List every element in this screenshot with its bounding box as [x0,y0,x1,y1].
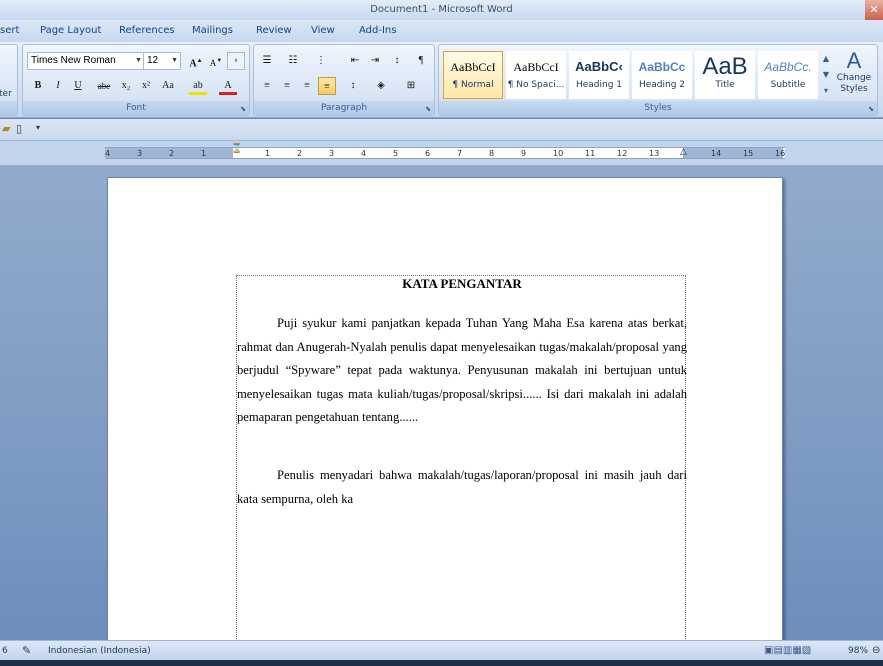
bold-button[interactable]: B [29,77,47,95]
shrink-font-icon[interactable]: A▼ [207,52,225,70]
tab-insert[interactable]: sert [0,20,19,42]
clipboard-partial-label: ter [0,89,12,99]
styles-group-label: Styles [439,101,877,115]
shading-icon[interactable]: ◈ [372,77,390,95]
subscript-button[interactable]: x₂ [117,77,135,95]
style-heading-2[interactable]: AaBbCc Heading 2 [632,51,692,99]
paragraph-1[interactable]: Puji syukur kami panjatkan kepada Tuhan … [237,312,687,430]
styles-group: AaBbCcI ¶ Normal AaBbCcI ¶ No Spaci... A… [438,44,878,116]
align-right-icon[interactable]: ≡ [298,77,316,95]
tab-review[interactable]: Review [256,20,292,42]
dialog-launcher-icon[interactable]: ⬊ [240,105,246,113]
document-title[interactable]: KATA PENGANTAR [237,276,687,292]
paragraph-group: ☰ ☷ ⋮ ⇤ ⇥ ↕ ¶ ≡ ≡ ≡ ≡ ↕ ◈ ⊞ Paragraph ⬊ [253,44,435,116]
tab-references[interactable]: References [119,20,175,42]
clipboard-group: ter [0,44,18,116]
dialog-launcher-icon[interactable]: ⬊ [868,105,874,113]
italic-button[interactable]: I [49,77,67,95]
sort-icon[interactable]: ↕ [388,52,406,70]
ribbon: ter Times New Roman ▼ 12 ▼ A▲ A▼ ᵃ B I U… [0,42,883,118]
multilevel-list-icon[interactable]: ⋮ [312,52,330,70]
font-group-label: Font [23,101,249,115]
page-indicator[interactable]: 6 [2,641,8,661]
align-left-icon[interactable]: ≡ [258,77,276,95]
ribbon-tabs: sert Page Layout References Mailings Rev… [0,20,883,42]
quick-access-toolbar: ▰ ▯ ▾ [0,119,883,141]
close-icon[interactable]: ✕ [865,0,883,20]
bullets-icon[interactable]: ☰ [258,52,276,70]
font-group: Times New Roman ▼ 12 ▼ A▲ A▼ ᵃ B I U abe… [22,44,250,116]
numbering-icon[interactable]: ☷ [284,52,302,70]
page[interactable]: KATA PENGANTAR Puji syukur kami panjatka… [107,177,783,657]
style-gallery-scroll[interactable]: ▲ ▼ ▾ [820,51,832,99]
new-document-icon[interactable]: ▯ [16,122,22,135]
dialog-launcher-icon[interactable]: ⬊ [425,105,431,113]
change-case-button[interactable]: Aa [159,77,177,95]
status-bar: 6 ✎ Indonesian (Indonesia) ▣▤▥▦▧ 98% ⊖ [0,640,883,660]
style-subtitle[interactable]: AaBbCc. Subtitle [758,51,818,99]
style-normal[interactable]: AaBbCcI ¶ Normal [443,51,503,99]
font-size-value: 12 [147,55,159,66]
justify-icon[interactable]: ≡ [318,77,336,95]
borders-icon[interactable]: ⊞ [402,77,420,95]
proofing-icon[interactable]: ✎ [22,641,31,661]
style-no-spacing[interactable]: AaBbCcI ¶ No Spaci... [506,51,566,99]
horizontal-ruler[interactable]: 4 3 2 1 ⌛ 1 2 3 4 5 6 7 8 9 10 11 12 13 … [0,141,883,165]
style-heading-1[interactable]: AaBbC‹ Heading 1 [569,51,629,99]
superscript-button[interactable]: x² [137,77,155,95]
paragraph-group-label: Paragraph [254,101,434,115]
ruler-strip: 4 3 2 1 ⌛ 1 2 3 4 5 6 7 8 9 10 11 12 13 … [105,144,786,159]
zoom-level[interactable]: 98% [848,641,868,661]
text-boundary: KATA PENGANTAR Puji syukur kami panjatka… [236,275,687,655]
font-color-icon[interactable]: A [219,77,237,95]
right-indent-marker-icon[interactable]: △ [680,147,687,157]
language-indicator[interactable]: Indonesian (Indonesia) [48,641,151,661]
document-area[interactable]: KATA PENGANTAR Puji syukur kami panjatka… [0,165,883,657]
font-size-select[interactable]: 12 ▼ [143,52,181,70]
clear-formatting-icon[interactable]: ᵃ [227,52,245,70]
decrease-indent-icon[interactable]: ⇤ [346,52,364,70]
customize-qat-icon[interactable]: ▾ [36,123,40,132]
increase-indent-icon[interactable]: ⇥ [366,52,384,70]
grow-font-icon[interactable]: A▲ [187,52,205,70]
underline-button[interactable]: U [69,77,87,95]
align-center-icon[interactable]: ≡ [278,77,296,95]
tab-mailings[interactable]: Mailings [192,20,233,42]
tab-add-ins[interactable]: Add-Ins [359,20,396,42]
font-family-value: Times New Roman [31,55,116,66]
tab-view[interactable]: View [311,20,335,42]
chevron-down-icon: ▼ [171,57,178,64]
taskbar [0,660,883,666]
zoom-out-icon[interactable]: ⊖ [872,641,880,661]
view-buttons[interactable]: ▣▤▥▦▧ [764,641,811,661]
show-formatting-icon[interactable]: ¶ [412,52,430,70]
highlight-icon[interactable]: ab [189,77,207,95]
change-styles-button[interactable]: A Change Styles [835,49,873,101]
indent-marker-icon[interactable]: ⌛ [231,144,242,154]
open-folder-icon[interactable]: ▰ [2,122,10,135]
paragraph-2[interactable]: Penulis menyadari bahwa makalah/tugas/la… [237,464,687,511]
font-family-select[interactable]: Times New Roman ▼ [27,52,145,70]
change-styles-icon: A [846,48,862,73]
strikethrough-button[interactable]: abe [95,77,113,95]
line-spacing-icon[interactable]: ↕ [344,77,362,95]
change-styles-label: Change Styles [836,73,872,94]
chevron-down-icon: ▼ [135,57,142,64]
window-title: Document1 - Microsoft Word [370,4,513,15]
tab-page-layout[interactable]: Page Layout [40,20,101,42]
title-bar: Document1 - Microsoft Word ✕ [0,0,883,20]
style-title[interactable]: AaB Title [695,51,755,99]
